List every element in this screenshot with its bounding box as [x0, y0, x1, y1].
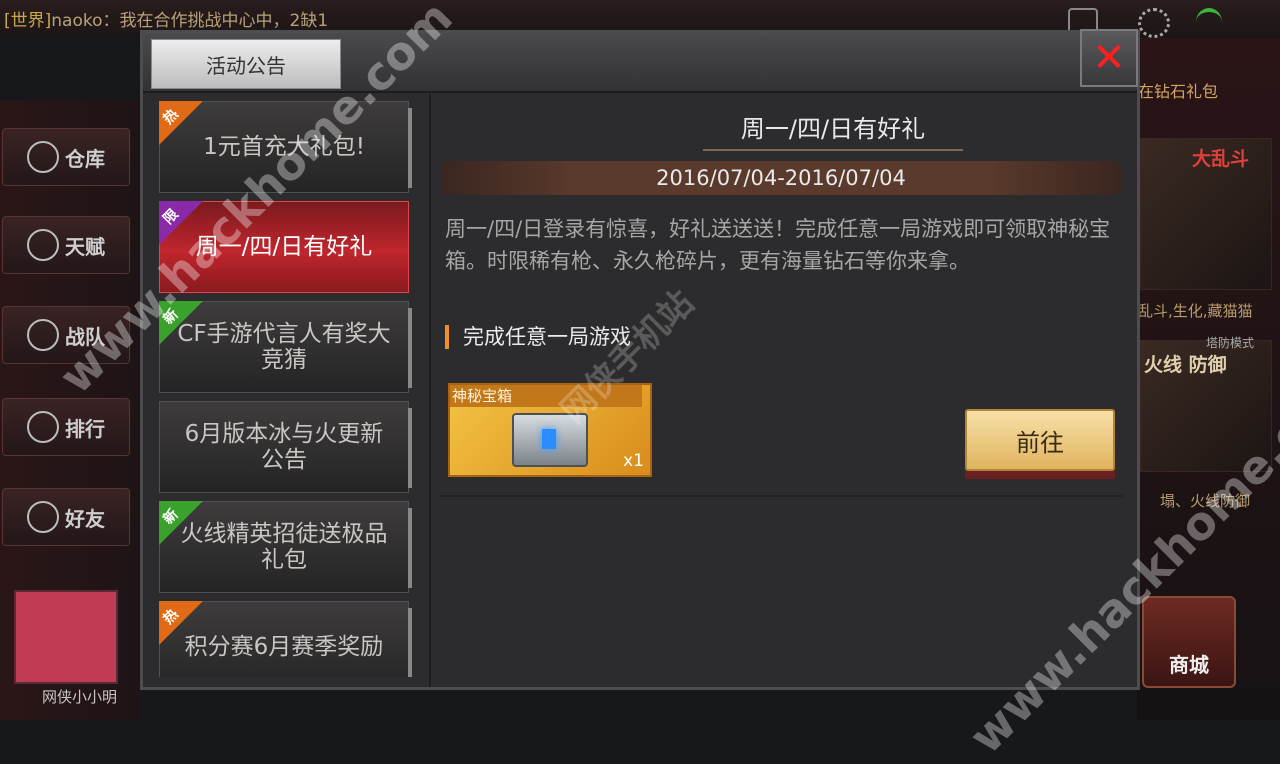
event-date-range: 2016/07/04-2016/07/04 — [441, 161, 1121, 195]
mode-title-brawl: 大乱斗 — [1192, 148, 1250, 170]
item-edge — [408, 608, 412, 677]
event-list-item[interactable]: 6月版本冰与火更新公告 — [159, 401, 412, 493]
event-description: 周一/四/日登录有惊喜，好礼送送送！完成任意一局游戏即可领取神秘宝箱。时限稀有枪… — [445, 217, 1111, 273]
rail-clan-button[interactable]: 战队 — [2, 306, 130, 364]
warehouse-icon — [27, 141, 59, 173]
event-list[interactable]: 热 1元首充大礼包! 限 周一/四/日有好礼 新 CF手游代言人有奖大竞猜 6月… — [153, 99, 423, 677]
right-banner-text: 在钻石礼包 — [1138, 82, 1219, 101]
mode-tag-defense: 塔防模式 — [1206, 336, 1255, 350]
friends-icon — [27, 501, 59, 533]
event-list-item-selected[interactable]: 限 周一/四/日有好礼 — [159, 201, 409, 293]
shop-button[interactable]: 商城 — [1142, 596, 1236, 688]
chat-message: naoko：我在合作挑战中心中，2缺1 — [51, 11, 329, 31]
player-name: 网侠小小明 — [42, 688, 118, 706]
item-edge — [408, 408, 412, 488]
reward-quantity: x1 — [623, 451, 644, 471]
event-label: 6月版本冰与火更新公告 — [184, 421, 384, 473]
event-task: 完成任意一局游戏 — [445, 325, 631, 349]
chat-channel: [世界] — [4, 11, 52, 31]
shop-label: 商城 — [1169, 653, 1209, 677]
reward-item[interactable]: 神秘宝箱 x1 — [448, 383, 652, 477]
event-list-item[interactable]: 新 火线精英招徒送极品礼包 — [159, 501, 412, 593]
rail-label: 好友 — [65, 506, 105, 531]
item-edge — [408, 508, 412, 588]
talent-icon — [27, 229, 59, 261]
rail-warehouse-button[interactable]: 仓库 — [2, 128, 130, 186]
dialog-title-tab[interactable]: 活动公告 — [151, 39, 341, 89]
item-edge — [408, 308, 412, 388]
rail-rank-button[interactable]: 排行 — [2, 398, 130, 456]
trophy-icon — [27, 411, 59, 443]
clan-star-icon — [27, 319, 59, 351]
treasure-chest-icon — [512, 413, 588, 467]
reward-name: 神秘宝箱 — [450, 385, 642, 407]
wifi-icon — [1196, 8, 1222, 36]
dialog-header: 活动公告 ✕ — [143, 29, 1138, 93]
go-button[interactable]: 前往 — [965, 409, 1115, 471]
dialog-title: 活动公告 — [206, 53, 286, 78]
rail-talent-button[interactable]: 天赋 — [2, 216, 130, 274]
event-list-item[interactable]: 热 1元首充大礼包! — [159, 101, 412, 193]
event-list-item[interactable]: 热 积分赛6月赛季奖励 — [159, 601, 412, 677]
event-label: 1元首充大礼包! — [203, 134, 365, 160]
rail-label: 天赋 — [65, 234, 105, 259]
event-label: 火线精英招徒送极品礼包 — [180, 521, 388, 573]
close-x-icon: ✕ — [1092, 35, 1126, 81]
mode-title-defense: 火线 防御 — [1144, 354, 1227, 376]
avatar[interactable] — [14, 590, 118, 684]
world-chat[interactable]: [世界]naoko：我在合作挑战中心中，2缺1 — [4, 6, 328, 31]
event-list-item[interactable]: 新 CF手游代言人有奖大竞猜 — [159, 301, 412, 393]
gear-icon[interactable] — [1138, 8, 1170, 38]
detail-divider — [439, 495, 1123, 497]
event-label: 积分赛6月赛季奖励 — [184, 634, 384, 660]
title-underline — [703, 149, 963, 151]
pane-divider — [429, 91, 431, 687]
go-button-label: 前往 — [1016, 428, 1064, 457]
event-label: CF手游代言人有奖大竞猜 — [177, 321, 391, 373]
chest-glow — [542, 429, 556, 449]
rail-label: 排行 — [65, 416, 105, 441]
rail-label: 仓库 — [65, 146, 105, 171]
mode-subtitle-brawl: 乱斗,生化,藏猫猫 — [1138, 302, 1253, 320]
event-detail-title: 周一/四/日有好礼 — [740, 115, 926, 143]
item-edge — [408, 108, 412, 188]
go-button-base — [965, 471, 1115, 479]
close-button[interactable]: ✕ — [1080, 29, 1138, 87]
mode-subtitle-defense: 塌、火线防御 — [1160, 492, 1251, 510]
event-announcement-dialog: 活动公告 ✕ 热 1元首充大礼包! 限 周一/四/日有好礼 新 CF手游代言人有… — [140, 29, 1140, 690]
rail-friends-button[interactable]: 好友 — [2, 488, 130, 546]
event-label: 周一/四/日有好礼 — [195, 234, 373, 260]
rail-label: 战队 — [65, 324, 105, 349]
